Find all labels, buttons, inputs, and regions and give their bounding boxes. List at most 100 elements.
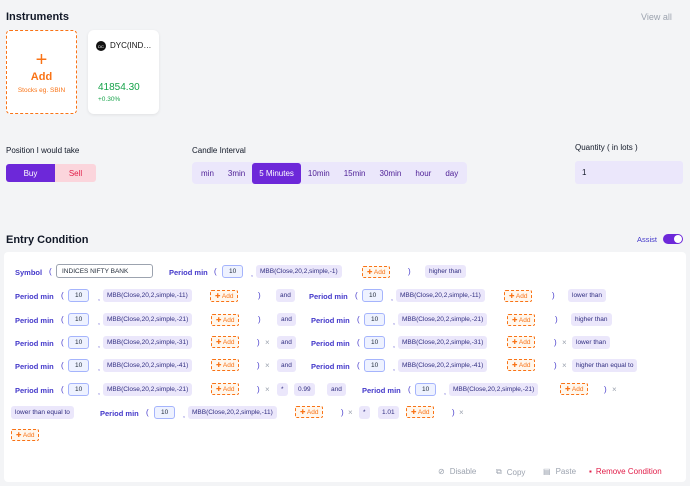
add-instrument-card[interactable]: + Add Stocks eg. SBIN bbox=[6, 30, 77, 114]
period-value-input[interactable]: 10 bbox=[222, 265, 244, 278]
period-min-label: Period min bbox=[309, 292, 348, 301]
add-button[interactable]: ✚ Add bbox=[295, 406, 324, 418]
period-value-input[interactable]: 10 bbox=[68, 383, 90, 396]
period-value-input[interactable]: 10 bbox=[68, 359, 90, 372]
close-paren: ) bbox=[257, 361, 260, 370]
add-button[interactable]: ✚ Add bbox=[211, 336, 240, 348]
open-paren: ( bbox=[357, 315, 360, 324]
period-value-input[interactable]: 10 bbox=[362, 289, 384, 302]
operator-chip[interactable]: higher than bbox=[571, 313, 612, 326]
indicator-chip[interactable]: MBB(Close,20,2,simple,-31) bbox=[398, 336, 488, 349]
add-label: Add bbox=[222, 317, 235, 324]
add-button[interactable]: ✚ Add bbox=[504, 290, 533, 302]
remove-icon[interactable]: × bbox=[562, 338, 567, 347]
add-button[interactable]: ✚ Add bbox=[211, 383, 240, 395]
indicator-chip[interactable]: MBB(Close,20,2,simple,-11) bbox=[103, 289, 192, 302]
period-value-input[interactable]: 10 bbox=[68, 289, 90, 302]
assist-toggle[interactable] bbox=[663, 234, 683, 244]
add-condition-button[interactable]: ✚ Add bbox=[11, 429, 40, 441]
period-value-input[interactable]: 10 bbox=[154, 406, 176, 419]
remove-icon[interactable]: × bbox=[265, 338, 270, 347]
remove-icon[interactable]: × bbox=[612, 385, 617, 394]
operator-chip[interactable]: lower than bbox=[568, 289, 606, 302]
remove-icon[interactable]: × bbox=[348, 408, 353, 417]
period-value-input[interactable]: 10 bbox=[415, 383, 437, 396]
interval-option-10min[interactable]: 10min bbox=[301, 163, 337, 184]
multiplier-value[interactable]: 1.01 bbox=[378, 406, 399, 419]
and-chip[interactable]: and bbox=[277, 313, 296, 326]
and-chip[interactable]: and bbox=[276, 289, 295, 302]
close-paren: ) bbox=[554, 361, 557, 370]
interval-option-30min[interactable]: 30min bbox=[373, 163, 409, 184]
add-button[interactable]: ✚ Add bbox=[560, 383, 589, 395]
remove-icon[interactable]: × bbox=[265, 385, 270, 394]
indicator-chip[interactable]: MBB(Close,20,2,simple,-21) bbox=[103, 313, 193, 326]
remove-icon[interactable]: × bbox=[459, 408, 464, 417]
remove-icon[interactable]: × bbox=[562, 361, 567, 370]
operator-chip[interactable]: higher than equal to bbox=[572, 359, 638, 372]
trash-icon: ▪ bbox=[589, 467, 592, 476]
interval-option-hour[interactable]: hour bbox=[408, 163, 438, 184]
plus-icon: + bbox=[35, 48, 48, 71]
remove-condition-label: Remove Condition bbox=[595, 467, 662, 476]
period-value-input[interactable]: 10 bbox=[364, 359, 386, 372]
indicator-chip[interactable]: MBB(Close,20,2,simple,-11) bbox=[396, 289, 485, 302]
quantity-input[interactable]: 1 bbox=[575, 161, 683, 184]
and-chip[interactable]: and bbox=[277, 359, 296, 372]
toggle-knob bbox=[674, 235, 682, 243]
indicator-chip[interactable]: MBB(Close,20,2,simple,-41) bbox=[398, 359, 488, 372]
add-label: Add bbox=[221, 293, 234, 300]
add-button[interactable]: ✚ Add bbox=[211, 359, 240, 371]
indicator-chip[interactable]: MBB(Close,20,2,simple,-21) bbox=[449, 383, 539, 396]
period-value-input[interactable]: 10 bbox=[68, 313, 90, 326]
and-chip[interactable]: and bbox=[277, 336, 296, 349]
view-all-link[interactable]: View all bbox=[641, 12, 672, 22]
symbol-input[interactable]: INDICES NIFTY BANK bbox=[56, 264, 153, 278]
add-button[interactable]: ✚ Add bbox=[211, 314, 240, 326]
buy-label: Buy bbox=[23, 168, 38, 178]
period-value-input[interactable]: 10 bbox=[68, 336, 90, 349]
indicator-chip[interactable]: MBB(Close,20,2,simple,-41) bbox=[103, 359, 193, 372]
indicator-chip[interactable]: MBB(Close,20,2,simple,-11) bbox=[188, 406, 277, 419]
add-label: Add bbox=[518, 339, 531, 346]
indicator-chip[interactable]: MBB(Close,20,2,simple,-31) bbox=[103, 336, 193, 349]
add-label: Add bbox=[515, 293, 528, 300]
add-button[interactable]: ✚ Add bbox=[406, 406, 435, 418]
period-min-label: Period min bbox=[15, 386, 54, 395]
instrument-card[interactable]: DC DYC(IND… 41854.30 +0.30% bbox=[88, 30, 159, 114]
add-button[interactable]: ✚ Add bbox=[507, 359, 536, 371]
operator-chip[interactable]: higher than bbox=[425, 265, 466, 278]
add-button[interactable]: ✚ Add bbox=[210, 290, 239, 302]
sell-button[interactable]: Sell bbox=[55, 164, 96, 182]
add-button[interactable]: ✚ Add bbox=[362, 266, 391, 278]
and-chip[interactable]: and bbox=[327, 383, 346, 396]
indicator-chip[interactable]: MBB(Close,20,2,simple,-1) bbox=[256, 265, 342, 278]
interval-option-15min[interactable]: 15min bbox=[337, 163, 373, 184]
operator-chip[interactable]: lower than bbox=[572, 336, 610, 349]
period-value-input[interactable]: 10 bbox=[364, 313, 386, 326]
multiplier-value[interactable]: 0.99 bbox=[294, 383, 315, 396]
interval-option-3min[interactable]: 3min bbox=[221, 163, 252, 184]
multiply-chip[interactable]: * bbox=[277, 383, 288, 396]
close-paren: ) bbox=[554, 338, 557, 347]
disable-button[interactable]: ⊘ Disable bbox=[438, 467, 476, 476]
indicator-chip[interactable]: MBB(Close,20,2,simple,-21) bbox=[103, 383, 193, 396]
period-value-input[interactable]: 10 bbox=[364, 336, 386, 349]
multiply-chip[interactable]: * bbox=[359, 406, 370, 419]
interval-option-day[interactable]: day bbox=[438, 163, 465, 184]
paste-button[interactable]: ▤ Paste bbox=[543, 467, 576, 476]
close-paren: ) bbox=[257, 385, 260, 394]
interval-option-min[interactable]: min bbox=[194, 163, 221, 184]
comma: , bbox=[393, 365, 395, 372]
add-button[interactable]: ✚ Add bbox=[507, 314, 536, 326]
remove-condition-button[interactable]: ▪ Remove Condition bbox=[589, 467, 662, 476]
buy-button[interactable]: Buy bbox=[6, 164, 55, 182]
add-button[interactable]: ✚ Add bbox=[507, 336, 536, 348]
copy-button[interactable]: ⧉ Copy bbox=[496, 467, 525, 477]
add-instrument-hint: Stocks eg. SBIN bbox=[17, 86, 66, 94]
interval-option-5min[interactable]: 5 Minutes bbox=[252, 162, 301, 184]
indicator-chip[interactable]: MBB(Close,20,2,simple,-21) bbox=[398, 313, 488, 326]
remove-icon[interactable]: × bbox=[265, 361, 270, 370]
operator-chip[interactable]: lower than equal to bbox=[11, 406, 74, 419]
close-paren: ) bbox=[258, 315, 261, 324]
